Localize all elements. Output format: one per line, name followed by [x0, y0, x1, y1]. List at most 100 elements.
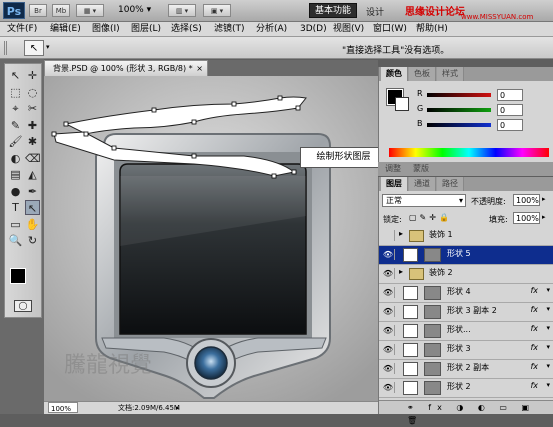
eye-icon[interactable]: 👁: [382, 344, 395, 355]
document-tab[interactable]: 背景.PSD @ 100% (形状 3, RGB/8) * ×: [44, 60, 208, 76]
pen-tool-variant-icon[interactable]: ✒: [25, 184, 40, 199]
eye-icon[interactable]: [382, 230, 395, 241]
color-background-swatch[interactable]: [395, 97, 409, 111]
channel-value-field[interactable]: 0: [497, 104, 523, 116]
eye-icon[interactable]: 👁: [382, 325, 395, 336]
zoom-tool-icon[interactable]: 🔍: [8, 233, 23, 248]
channel-slider[interactable]: [427, 108, 491, 112]
arrange-documents-button[interactable]: ▥ ▾: [168, 4, 196, 17]
menu-image[interactable]: 图像(I): [92, 23, 120, 36]
layer-row[interactable]: 👁 形状 3 副本 2 fx ▾: [379, 303, 553, 322]
channel-slider[interactable]: [427, 123, 491, 127]
eraser-tool-icon[interactable]: ◐: [8, 151, 23, 166]
options-grip[interactable]: [4, 41, 18, 55]
screen-mode-button[interactable]: ▣ ▾: [203, 4, 231, 17]
tool-preset-picker[interactable]: ↖: [24, 40, 44, 56]
direct-selection-tool-icon[interactable]: ↖: [25, 200, 40, 215]
rotate-view-tool-icon[interactable]: ↻: [25, 233, 40, 248]
layer-row[interactable]: 👁 形状... fx ▾: [379, 322, 553, 341]
layer-effects-icon[interactable]: fx: [530, 362, 538, 371]
slice-tool-icon[interactable]: ✂: [25, 101, 40, 116]
eye-icon[interactable]: 👁: [382, 268, 395, 279]
tab-color[interactable]: 颜色: [381, 67, 408, 81]
close-icon[interactable]: ×: [196, 61, 203, 76]
workspace-design-button[interactable]: 设计: [366, 5, 384, 18]
quick-mask-button[interactable]: ◯: [14, 300, 32, 312]
lasso-tool-icon[interactable]: ⬚: [8, 85, 23, 100]
history-brush-tool-icon[interactable]: ✱: [25, 134, 40, 149]
layer-effects-icon[interactable]: fx: [530, 381, 538, 390]
pen-tool-icon[interactable]: ●: [8, 184, 23, 199]
tab-adjustments[interactable]: 调整: [380, 162, 406, 176]
crop-tool-icon[interactable]: ⌖: [8, 101, 23, 116]
zoom-field[interactable]: 100%: [48, 402, 78, 413]
marquee-tool-icon[interactable]: ✛: [25, 68, 40, 83]
gradient-tool-icon[interactable]: ⌫: [25, 151, 41, 166]
menu-help[interactable]: 帮助(H): [416, 23, 448, 36]
layer-row[interactable]: 👁 ▸ 装饰 2: [379, 265, 553, 284]
layer-effects-icon[interactable]: fx: [530, 286, 538, 295]
hand-tool-icon[interactable]: ✋: [25, 217, 40, 232]
tab-swatches[interactable]: 色板: [409, 67, 436, 81]
menu-analysis[interactable]: 分析(A): [256, 23, 287, 36]
channel-value-field[interactable]: 0: [497, 119, 523, 131]
eye-icon[interactable]: 👁: [382, 382, 395, 393]
zoom-level-menu[interactable]: 100% ▾: [118, 5, 151, 15]
quick-select-tool-icon[interactable]: ◌: [25, 85, 40, 100]
eye-icon[interactable]: 👁: [382, 249, 395, 260]
view-extras-button[interactable]: ▦ ▾: [76, 4, 104, 17]
fill-field[interactable]: 100%: [513, 212, 540, 224]
minibridge-button[interactable]: Mb: [52, 4, 70, 17]
chevron-down-icon[interactable]: ▾: [546, 381, 550, 389]
color-spectrum-bar[interactable]: [389, 148, 549, 157]
dodge-tool-icon[interactable]: ◭: [25, 167, 40, 182]
layer-row[interactable]: 👁 形状 4 fx ▾: [379, 284, 553, 303]
status-menu-arrow-icon[interactable]: ▸: [176, 402, 180, 414]
menu-3d[interactable]: 3D(D): [300, 23, 327, 36]
layer-row[interactable]: ▸ 装饰 1: [379, 227, 553, 246]
group-expand-arrow-icon[interactable]: ▸: [399, 267, 403, 276]
menu-select[interactable]: 选择(S): [171, 23, 202, 36]
chevron-down-icon[interactable]: ▾: [46, 43, 50, 51]
channel-slider[interactable]: [427, 93, 491, 97]
tab-channels[interactable]: 通道: [409, 177, 436, 191]
foreground-color-swatch[interactable]: [10, 268, 26, 284]
layer-effects-icon[interactable]: fx: [530, 343, 538, 352]
chevron-down-icon[interactable]: ▾: [546, 324, 550, 332]
bridge-button[interactable]: Br: [29, 4, 47, 17]
layer-row[interactable]: 👁 形状 5: [379, 246, 553, 265]
tab-masks[interactable]: 蒙版: [408, 162, 434, 176]
menu-filter[interactable]: 滤镜(T): [214, 23, 245, 36]
layers-footer-icons[interactable]: ⚭ fx ◑ ◐ ▭ ▣ 🗑: [379, 400, 553, 425]
eye-icon[interactable]: 👁: [382, 287, 395, 298]
document-canvas[interactable]: 騰龍視覺: [44, 76, 378, 401]
chevron-down-icon[interactable]: ▾: [546, 305, 550, 313]
blend-mode-select[interactable]: 正常 ▾: [382, 194, 466, 207]
eye-icon[interactable]: 👁: [382, 363, 395, 374]
channel-value-field[interactable]: 0: [497, 89, 523, 101]
blur-tool-icon[interactable]: ▤: [8, 167, 23, 182]
move-tool-icon[interactable]: ↖: [8, 68, 23, 83]
shape-tool-icon[interactable]: ▭: [8, 217, 23, 232]
fill-slider-arrow-icon[interactable]: ▸: [542, 213, 546, 221]
type-tool-icon[interactable]: T: [8, 200, 23, 215]
tab-layers[interactable]: 图层: [381, 177, 408, 191]
opacity-slider-arrow-icon[interactable]: ▸: [542, 195, 546, 203]
chevron-down-icon[interactable]: ▾: [546, 343, 550, 351]
group-expand-arrow-icon[interactable]: ▸: [399, 229, 403, 238]
menu-view[interactable]: 视图(V): [333, 23, 364, 36]
chevron-down-icon[interactable]: ▾: [546, 286, 550, 294]
lock-options-icons[interactable]: ▢✎✛🔒: [409, 213, 452, 222]
tab-styles[interactable]: 样式: [437, 67, 464, 81]
workspace-essentials-button[interactable]: 基本功能: [309, 3, 357, 18]
layer-row[interactable]: 👁 形状 2 副本 fx ▾: [379, 360, 553, 379]
menu-file[interactable]: 文件(F): [7, 23, 37, 36]
layer-effects-icon[interactable]: fx: [530, 324, 538, 333]
clone-stamp-tool-icon[interactable]: 🖌: [8, 134, 23, 149]
menu-layer[interactable]: 图层(L): [131, 23, 161, 36]
layer-row[interactable]: 👁 形状 3 fx ▾: [379, 341, 553, 360]
chevron-down-icon[interactable]: ▾: [546, 362, 550, 370]
spot-heal-tool-icon[interactable]: ✎: [8, 118, 23, 133]
menu-edit[interactable]: 编辑(E): [50, 23, 81, 36]
menu-window[interactable]: 窗口(W): [373, 23, 407, 36]
